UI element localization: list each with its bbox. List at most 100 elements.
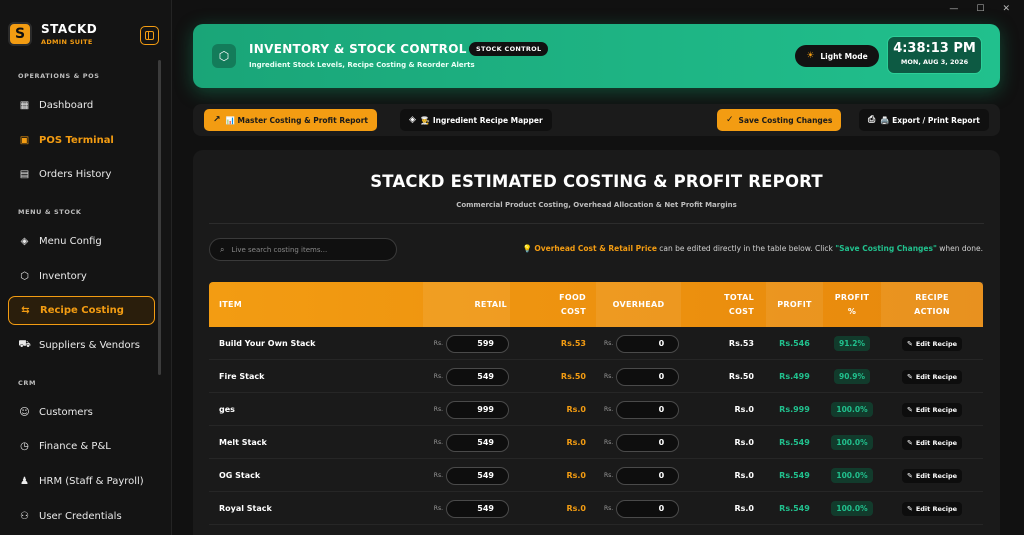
col-total-cost-line1: TOTAL — [724, 292, 754, 302]
edit-recipe-button[interactable]: ✎ Edit Recipe — [901, 402, 963, 417]
cell-profit: Rs.549 — [779, 504, 810, 513]
sidebar-item-dashboard[interactable]: ▦ Dashboard — [8, 91, 155, 120]
col-item: ITEM — [219, 299, 243, 309]
retail-price-input[interactable]: 599 — [446, 334, 509, 353]
overhead-input[interactable]: 0 — [616, 334, 680, 353]
edit-recipe-button[interactable]: ✎ Edit Recipe — [901, 369, 963, 384]
cell-total-cost: Rs.0 — [734, 405, 754, 414]
overhead-input[interactable]: 0 — [616, 433, 680, 452]
sidebar-item-finance[interactable]: ◷ Finance & P&L — [8, 432, 155, 461]
credentials-icon: ⚇ — [20, 511, 29, 522]
cell-profit-pct: 100.0% — [823, 393, 881, 426]
sidebar-item-customers[interactable]: ☺ Customers — [8, 398, 155, 427]
sidebar-item-label: HRM (Staff & Payroll) — [39, 476, 144, 487]
sidebar-collapse-button[interactable] — [140, 26, 159, 45]
printer-icon: ⎙ — [868, 115, 876, 125]
retail-price-input[interactable]: 549 — [446, 367, 509, 386]
cell-item: ges — [219, 405, 235, 414]
sidebar-item-label: Suppliers & Vendors — [39, 340, 140, 351]
retail-price-input[interactable]: 549 — [446, 466, 509, 485]
sidebar-item-menu-config[interactable]: ◈ Menu Config — [8, 227, 155, 256]
report-toolbar: ↗ 📊 Master Costing & Profit Report ◈ 👨‍🍳 I… — [193, 104, 1000, 136]
sidebar-item-label: Customers — [39, 407, 93, 418]
retail-price-input[interactable]: 999 — [446, 400, 509, 419]
tab-master-costing[interactable]: ↗ 📊 Master Costing & Profit Report — [204, 109, 377, 131]
search-icon: ⌕ — [220, 244, 225, 254]
edit-recipe-button[interactable]: ✎ Edit Recipe — [901, 501, 963, 516]
sidebar-scrollbar[interactable] — [158, 60, 161, 375]
pencil-icon: ✎ — [906, 504, 913, 513]
pencil-icon: ✎ — [906, 339, 913, 348]
col-food-cost: FOOD COST — [510, 282, 596, 327]
export-print-button[interactable]: ⎙ 🖨️ Export / Print Report — [859, 109, 989, 131]
hint-highlight: Overhead Cost & Retail Price — [534, 244, 657, 253]
col-total-cost-line2: COST — [728, 306, 754, 316]
retail-price-input[interactable]: 549 — [446, 433, 509, 452]
tab-ingredient-mapper[interactable]: ◈ 👨‍🍳 Ingredient Recipe Mapper — [400, 109, 552, 131]
tab-label: 👨‍🍳 Ingredient Recipe Mapper — [420, 115, 543, 125]
currency-label: Rs. — [433, 373, 443, 380]
box-icon: ⬡ — [20, 271, 29, 282]
sidebar-item-orders-history[interactable]: ▤ Orders History — [8, 160, 155, 189]
retail-price-input[interactable]: 549 — [446, 499, 509, 518]
sidebar-item-label: Inventory — [39, 271, 87, 282]
minimize-icon[interactable]: — — [949, 4, 958, 14]
section-crm: CRM — [18, 379, 37, 387]
edit-recipe-label: Edit Recipe — [915, 405, 958, 414]
close-icon[interactable]: ✕ — [1002, 4, 1010, 14]
cell-food-cost: Rs.0 — [566, 471, 586, 480]
cell-profit-pct: 100.0% — [823, 459, 881, 492]
cell-total-cost: Rs.0 — [734, 438, 754, 447]
edit-recipe-label: Edit Recipe — [915, 471, 958, 480]
pencil-icon: ✎ — [906, 471, 913, 480]
swap-icon: ⇆ — [21, 305, 30, 316]
edit-recipe-label: Edit Recipe — [915, 339, 958, 348]
currency-label: Rs. — [604, 340, 614, 347]
sidebar-item-suppliers[interactable]: ⛟ Suppliers & Vendors — [8, 331, 155, 360]
header-banner: ⬡ INVENTORY & STOCK CONTROL STOCK CONTRO… — [193, 24, 1000, 88]
sidebar-item-hrm[interactable]: ♟ HRM (Staff & Payroll) — [8, 467, 155, 496]
maximize-icon[interactable]: ☐ — [976, 4, 984, 14]
page-subtitle: Ingredient Stock Levels, Recipe Costing … — [249, 61, 475, 69]
search-input[interactable]: ⌕ Live search costing items... — [209, 238, 397, 261]
sun-icon: ☀ — [806, 51, 815, 61]
table-row: ges Rs. 999 Rs.0 Rs. 0 Rs.0 Rs.999 100.0% ✎ Edit R… — [209, 393, 983, 426]
cell-recipe-action: ✎ Edit Recipe — [881, 327, 983, 360]
clock-date: MON, AUG 3, 2026 — [900, 58, 969, 66]
logo: S — [8, 22, 32, 46]
edit-recipe-button[interactable]: ✎ Edit Recipe — [901, 435, 963, 450]
currency-label: Rs. — [604, 439, 614, 446]
sidebar-item-recipe-costing[interactable]: ⇆ Recipe Costing — [8, 296, 155, 325]
tab-label: 📊 Master Costing & Profit Report — [225, 115, 368, 125]
sidebar-item-inventory[interactable]: ⬡ Inventory — [8, 262, 155, 291]
finance-icon: ◷ — [20, 441, 29, 452]
save-costing-button[interactable]: ✓ Save Costing Changes — [717, 109, 842, 131]
currency-label: Rs. — [604, 373, 614, 380]
overhead-input[interactable]: 0 — [616, 499, 680, 518]
cell-total-cost: Rs.0 — [734, 504, 754, 513]
edit-recipe-button[interactable]: ✎ Edit Recipe — [901, 336, 963, 351]
cell-overhead: Rs. 0 — [604, 360, 689, 393]
cell-profit: Rs.999 — [779, 405, 810, 414]
edit-recipe-button[interactable]: ✎ Edit Recipe — [901, 468, 963, 483]
edit-recipe-label: Edit Recipe — [915, 504, 958, 513]
edit-recipe-label: Edit Recipe — [915, 372, 958, 381]
overhead-input[interactable]: 0 — [616, 367, 680, 386]
orders-icon: ▤ — [19, 169, 30, 180]
overhead-input[interactable]: 0 — [616, 466, 680, 485]
light-mode-button[interactable]: ☀ Light Mode — [795, 45, 879, 67]
sidebar-item-pos-terminal[interactable]: ▣ POS Terminal — [8, 126, 155, 155]
overhead-input[interactable]: 0 — [616, 400, 680, 419]
sidebar-item-user-credentials[interactable]: ⚇ User Credentials — [8, 502, 155, 531]
cell-recipe-action: ✎ Edit Recipe — [881, 426, 983, 459]
app-window: — ☐ ✕ S STACKD ADMIN SUITE OPERATIONS & … — [0, 0, 1024, 535]
col-profit-pct: PROFIT% — [823, 282, 881, 327]
sidebar-item-label: User Credentials — [39, 511, 122, 522]
layers-icon: ◈ — [20, 236, 29, 247]
pencil-icon: ✎ — [906, 405, 913, 414]
cell-recipe-action: ✎ Edit Recipe — [881, 459, 983, 492]
col-total-cost: TOTAL COST — [681, 282, 766, 327]
section-badge: STOCK CONTROL — [469, 42, 549, 56]
col-retail: RETAIL — [423, 282, 510, 327]
clock-time: 4:38:13 PM — [893, 41, 976, 56]
